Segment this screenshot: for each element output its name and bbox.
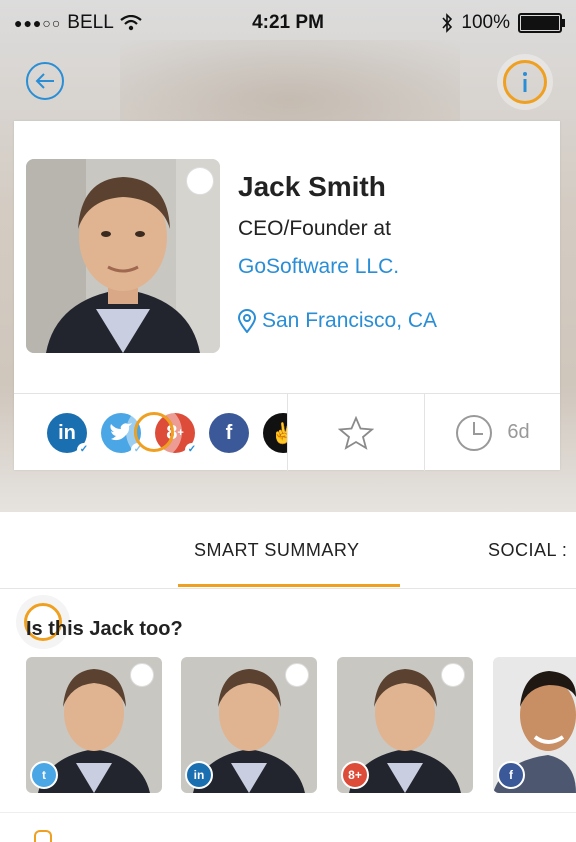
- profile-photo[interactable]: [26, 159, 220, 353]
- last-contact-cell[interactable]: 6d: [425, 394, 560, 471]
- profile-title: CEO/Founder at: [238, 217, 391, 240]
- bird-icon: [110, 423, 132, 441]
- star-icon: [338, 415, 374, 450]
- linkedin-icon[interactable]: in ✓: [47, 413, 91, 457]
- linkedin-icon: in: [185, 761, 213, 789]
- back-button[interactable]: [26, 62, 64, 100]
- tab-bar: SMART SUMMARY SOCIAL :: [0, 512, 576, 589]
- suggestion-card[interactable]: f: [493, 657, 576, 793]
- favorite-button[interactable]: [288, 394, 424, 471]
- google-plus-icon: 8+: [341, 761, 369, 789]
- battery-icon: [518, 13, 565, 33]
- company-link[interactable]: GoSoftware LLC.: [238, 255, 399, 279]
- arrow-left-icon: [35, 73, 54, 89]
- location-text: San Francisco, CA: [262, 309, 438, 332]
- info-button[interactable]: [503, 60, 547, 104]
- select-toggle[interactable]: [285, 663, 309, 687]
- suggestions-title: Is this Jack too?: [26, 618, 183, 640]
- suggestion-card[interactable]: 8+: [337, 657, 473, 793]
- location-link[interactable]: San Francisco, CA: [238, 309, 437, 333]
- bluetooth-icon: [442, 13, 453, 33]
- social-networks: in ✓ ✓ 8 + ✓ f ✌: [14, 394, 287, 471]
- profile-card: Jack Smith CEO/Founder at GoSoftware LLC…: [14, 121, 560, 471]
- suggestion-card[interactable]: t: [26, 657, 162, 793]
- twitter-icon: t: [30, 761, 58, 789]
- profile-name: Jack Smith: [238, 171, 386, 202]
- info-icon: [523, 72, 527, 92]
- suggestion-card[interactable]: in: [181, 657, 317, 793]
- status-bar: ●●●○○ BELL 4:21 PM 100%: [0, 0, 576, 48]
- last-contact-value: 6d: [507, 421, 530, 443]
- location-pin-icon: [238, 309, 256, 333]
- tip-highlight-ring: [134, 412, 174, 452]
- angellist-icon[interactable]: ✌: [263, 413, 287, 453]
- facebook-icon: f: [497, 761, 525, 789]
- tab-smart-summary[interactable]: SMART SUMMARY: [194, 540, 360, 561]
- check-icon: ✓: [185, 443, 199, 457]
- profile-screen: ●●●○○ BELL 4:21 PM 100% Jack Smith CEO/F…: [0, 0, 576, 842]
- card-footer: in ✓ ✓ 8 + ✓ f ✌ 6d: [14, 393, 560, 471]
- select-toggle[interactable]: [441, 663, 465, 687]
- facebook-icon[interactable]: f: [209, 413, 249, 453]
- select-toggle[interactable]: [130, 663, 154, 687]
- next-section-hint: [34, 830, 52, 842]
- clock-icon: [456, 414, 493, 451]
- battery-percent: 100%: [461, 12, 510, 33]
- select-toggle[interactable]: [186, 167, 214, 195]
- divider: [0, 812, 576, 813]
- check-icon: ✓: [77, 443, 91, 457]
- active-tab-indicator: [178, 584, 400, 587]
- tab-social[interactable]: SOCIAL :: [488, 540, 567, 561]
